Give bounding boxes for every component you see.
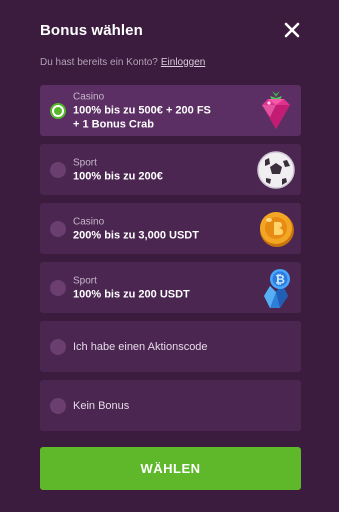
radio-selected[interactable]: [50, 102, 66, 119]
option-texts: Sport 100% bis zu 200€: [73, 156, 163, 183]
radio-unselected[interactable]: [50, 397, 66, 414]
bonus-options: Casino 100% bis zu 500€ + 200 FS + 1 Bon…: [40, 85, 301, 439]
bonus-option-no-bonus[interactable]: Kein Bonus: [40, 380, 301, 431]
login-link[interactable]: Einloggen: [161, 57, 205, 68]
radio-unselected[interactable]: [50, 161, 66, 178]
bonus-option-casino-500[interactable]: Casino 100% bis zu 500€ + 200 FS + 1 Bon…: [40, 85, 301, 136]
radio-unselected[interactable]: [50, 279, 66, 296]
bonus-option-casino-usdt[interactable]: Casino 200% bis zu 3,000 USDT: [40, 203, 301, 254]
bonus-modal: Bonus wählen Du hast bereits ein Konto? E…: [0, 0, 339, 512]
bonus-option-sport-200[interactable]: Sport 100% bis zu 200€: [40, 144, 301, 195]
bonus-option-sport-usdt[interactable]: Sport 100% bis zu 200 USDT ₿: [40, 262, 301, 313]
option-category: Casino: [73, 216, 105, 227]
option-category: Sport: [73, 157, 97, 168]
radio-unselected[interactable]: [50, 338, 66, 355]
option-line1: 100% bis zu 200 USDT: [73, 288, 190, 300]
option-category: Sport: [73, 275, 97, 286]
option-texts: Kein Bonus: [73, 399, 129, 413]
option-line1: 100% bis zu 200€: [73, 170, 163, 182]
option-line1: 200% bis zu 3,000 USDT: [73, 229, 199, 241]
bonus-option-promo-code[interactable]: Ich habe einen Aktionscode: [40, 321, 301, 372]
raspberry-gem-icon: [254, 89, 298, 133]
close-icon[interactable]: [283, 21, 301, 39]
choose-button[interactable]: WÄHLEN: [40, 447, 301, 490]
option-line1: 100% bis zu 500€ + 200 FS: [73, 104, 211, 116]
modal-header: Bonus wählen: [40, 18, 301, 42]
svg-text:₿: ₿: [275, 272, 285, 286]
login-prompt-text: Du hast bereits ein Konto?: [40, 57, 158, 68]
login-prompt: Du hast bereits ein Konto? Einloggen: [40, 57, 205, 68]
bitcoin-crystal-icon: ₿: [254, 266, 298, 310]
option-line2: + 1 Bonus Crab: [73, 118, 154, 130]
modal-title: Bonus wählen: [40, 21, 143, 39]
option-label: Kein Bonus: [73, 399, 130, 412]
option-texts: Casino 100% bis zu 500€ + 200 FS + 1 Bon…: [73, 90, 211, 131]
option-texts: Sport 100% bis zu 200 USDT: [73, 274, 190, 301]
radio-unselected[interactable]: [50, 220, 66, 237]
option-category: Casino: [73, 91, 105, 102]
soccer-ball-icon: [254, 148, 298, 192]
gold-coin-icon: [254, 207, 298, 251]
option-texts: Casino 200% bis zu 3,000 USDT: [73, 215, 199, 242]
option-label: Ich habe einen Aktionscode: [73, 340, 208, 353]
option-texts: Ich habe einen Aktionscode: [73, 340, 208, 354]
